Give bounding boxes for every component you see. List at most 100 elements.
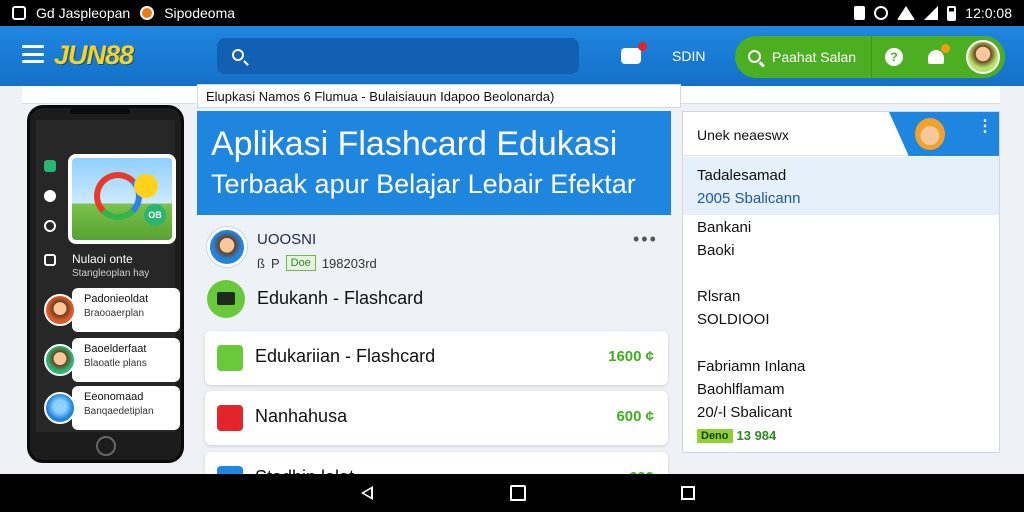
mascot-icon [915,118,945,150]
chat-icon [44,160,56,172]
avatar [44,344,76,376]
more-options-icon[interactable]: ••• [633,229,658,250]
meta-c: 198203rd [321,255,377,271]
search-icon [232,49,244,61]
alarm-icon [874,6,889,20]
clock-icon [44,220,56,232]
banner-subtitle: Terbaak apur Belajar Lebair Efektar [211,169,636,199]
phone-card-subtitle: Blaoatle plans [84,358,147,369]
phone-card-subtitle: Banqaedetiplan [84,406,154,417]
list-item[interactable]: Edukanh - Flashcard [207,280,669,320]
status-app-label-2: Sipodeoma [164,5,236,21]
chat-icon[interactable] [621,42,647,64]
app-meta: ß P Doe 198203rd [257,255,377,271]
list-item[interactable]: Nanhahusa 600 ¢ [205,391,668,445]
phone-card-body: Baoelderfaat Blaoatle plans [72,338,180,382]
wifi-icon [897,6,916,20]
hero-badge: OB [144,204,166,226]
phone-subtitle: Stangleoplan hay [72,268,150,279]
lock-icon [854,6,866,20]
phone-card-title: Baoelderfaat [84,343,147,355]
phone-list-item[interactable]: Baoelderfaat Blaoatle plans [44,338,180,382]
side-panel: Unek neaeswx ⋮ Tadalesamad 2005 Sbalican… [682,111,1000,453]
app-header: JUN88 SDIN Paahat Salan ? [0,26,1024,86]
bell-icon[interactable] [928,44,950,64]
phone-screen: OB Nulaoi onte Stangleoplan hay Padonieo… [36,120,180,432]
signal-icon [924,6,939,20]
side-panel-text[interactable]: Baoki [697,242,735,259]
user-avatar[interactable] [966,40,1000,74]
search-bar[interactable] [217,38,579,74]
header-link[interactable]: SDIN [672,48,705,64]
search-icon[interactable] [748,50,761,63]
phone-hero-card: OB [68,154,176,244]
notification-dot [941,44,950,53]
side-panel-text[interactable]: Tadalesamad [697,167,786,184]
phone-mockup: OB Nulaoi onte Stangleoplan hay Padonieo… [27,105,184,463]
notification-dot [638,42,647,51]
side-panel-title: Unek neaeswx [697,127,789,143]
hero-illustration: OB [72,158,172,240]
meta-b: P [270,255,280,271]
list-item[interactable]: Edukariian - Flashcard 1600 ¢ [205,331,668,385]
share-icon [44,254,56,266]
phone-card-body: Padonieoldat Braooaerplan [72,288,180,332]
shield-icon [44,190,56,202]
phone-home-button [96,436,116,456]
help-icon[interactable]: ? [885,48,903,66]
book-icon [217,345,243,371]
tag-label: Deno [697,428,733,443]
phone-list-item[interactable]: Eeonomaad Banqaedetiplan [44,386,180,430]
card-icon [217,405,243,431]
list-item-label: Edukanh - Flashcard [257,288,424,308]
menu-icon[interactable] [22,45,44,63]
status-badge: Doe [285,255,316,271]
side-panel-text[interactable]: Bankani [697,219,751,236]
phone-list-item[interactable]: Padonieoldat Braooaerplan [44,288,180,332]
phone-card-title: Padonieoldat [84,293,149,305]
avatar [44,294,76,326]
status-bar: Gd Jaspleopan Sipodeoma 12:0:08 [0,0,1024,26]
breadcrumb: Elupkasi Namos 6 Flumua - Bulaisiauun Id… [197,84,681,108]
avatar [44,392,76,424]
pill-divider [871,36,872,78]
tag-value: 13 984 [736,428,777,443]
meta-a: ß [257,255,265,271]
battery-icon [947,5,957,21]
gallery-icon [12,6,26,20]
app-avatar[interactable] [207,227,247,267]
side-panel-text[interactable]: Baohlflamam [697,381,785,398]
banner-title: Aplikasi Flashcard Edukasi [211,125,618,163]
app-info-header: UOOSNI ß P Doe 198203rd ••• [207,227,669,275]
home-icon[interactable] [510,485,526,501]
phone-speaker [70,108,130,114]
pill-search-button[interactable]: Paahat Salan [772,49,856,65]
app-name[interactable]: UOOSNI [257,231,316,248]
recents-icon[interactable] [681,486,695,500]
list-item-value: 1600 ¢ [608,348,654,365]
system-nav-bar [0,474,1024,512]
side-panel-text[interactable]: Rlsran [697,288,740,305]
header-action-pill: Paahat Salan ? [735,36,1005,78]
phone-card-title: Eeonomaad [84,391,144,403]
list-item-value: 600 ¢ [616,408,654,425]
status-time: 12:0:08 [965,5,1012,21]
kebab-menu-icon[interactable]: ⋮ [977,119,993,135]
phone-card-body: Eeonomaad Banqaedetiplan [72,386,180,430]
side-panel-text[interactable]: SOLDIOOI [697,311,770,328]
list-item-label: Nanhahusa [255,406,348,426]
side-panel-text[interactable]: 20/-l Sbalicant [697,404,792,421]
status-app-label: Gd Jaspleopan [36,5,131,21]
side-panel-text[interactable]: Fabriamn Inlana [697,358,805,375]
side-panel-tag: Deno 13 984 [697,428,776,443]
brand-logo[interactable]: JUN88 [54,40,134,71]
list-item-label: Edukariian - Flashcard [255,346,436,366]
search-input[interactable] [253,38,573,74]
side-panel-text[interactable]: 2005 Sbalicann [697,190,800,207]
side-panel-header: Unek neaeswx ⋮ [683,112,999,156]
smiley-icon [134,174,158,198]
hero-banner: Aplikasi Flashcard Edukasi Terbaak apur … [197,111,671,215]
back-icon[interactable] [361,486,373,500]
phone-title: Nulaoi onte [72,252,133,266]
flashcard-icon [207,280,245,318]
